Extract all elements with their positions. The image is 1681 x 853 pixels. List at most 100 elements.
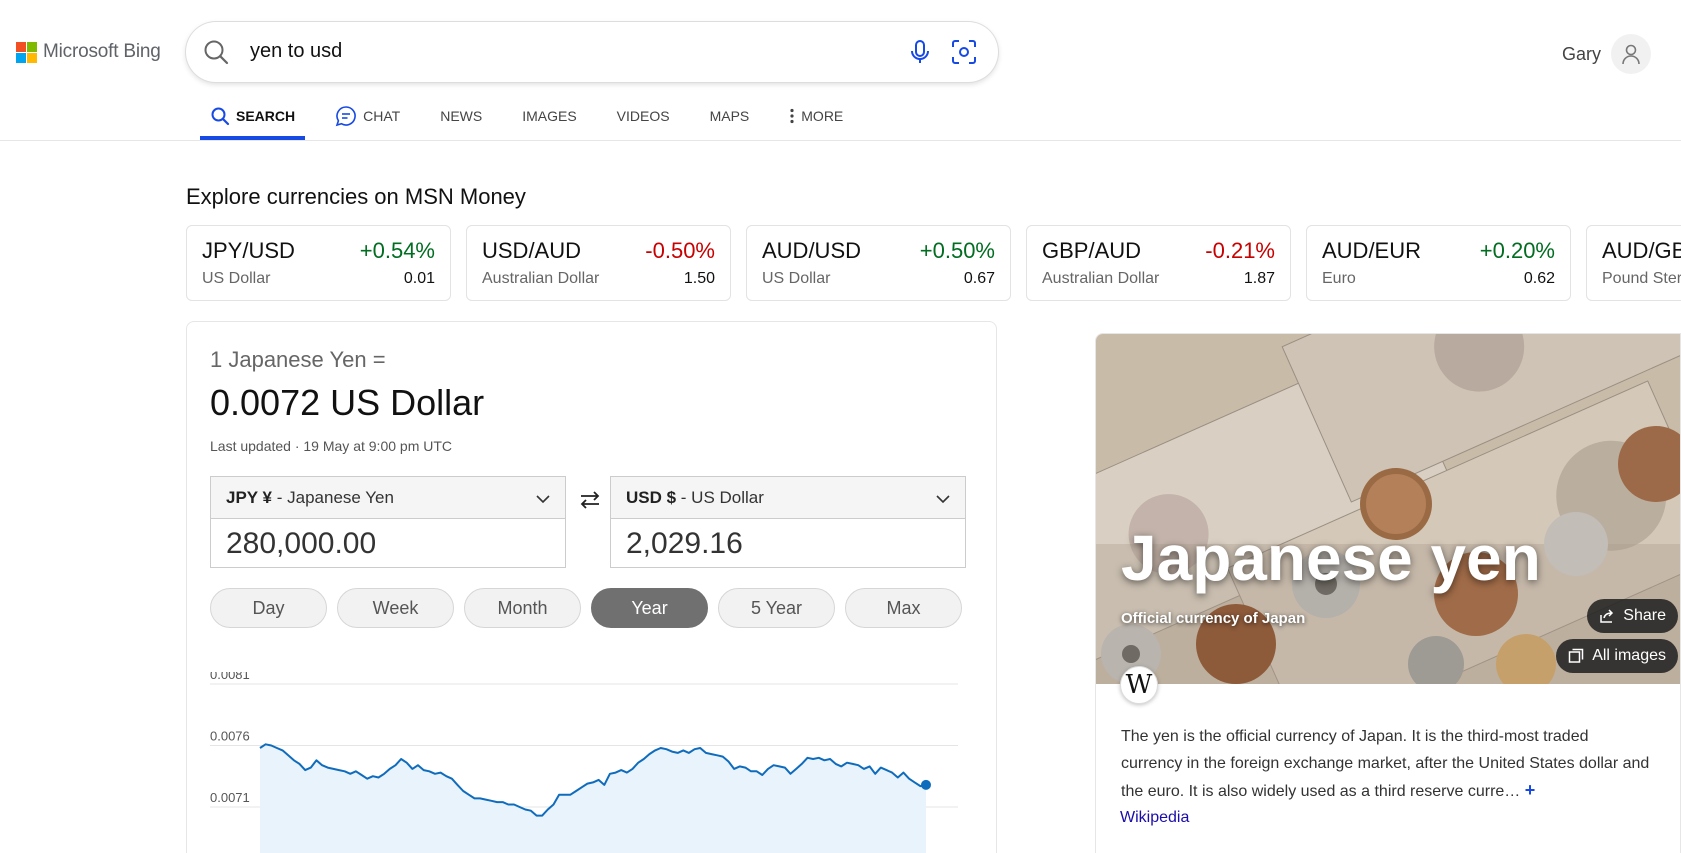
more-vertical-icon xyxy=(790,108,794,124)
exchange-rate-chart[interactable]: 0.0081 0.0076 0.0071 xyxy=(210,672,970,853)
period-5year-button[interactable]: 5 Year xyxy=(718,588,835,628)
tab-chat[interactable]: CHAT xyxy=(325,96,410,136)
tab-label: CHAT xyxy=(363,108,401,124)
scope-nav: SEARCH CHAT NEWS IMAGES VIDEOS MAPS MORE xyxy=(200,96,873,140)
wikipedia-link[interactable]: Wikipedia xyxy=(1120,809,1189,827)
banknotes-illustration xyxy=(1096,334,1680,684)
ticker-card[interactable]: GBP/AUD -0.21% Australian Dollar 1.87 xyxy=(1026,225,1291,301)
ticker-card[interactable]: USD/AUD -0.50% Australian Dollar 1.50 xyxy=(466,225,731,301)
period-year-button[interactable]: Year xyxy=(591,588,708,628)
tab-label: NEWS xyxy=(440,108,483,124)
entity-card: Japanese yen Official currency of Japan … xyxy=(1095,333,1681,853)
ticker-value: 0.01 xyxy=(403,270,435,287)
images-icon xyxy=(1568,648,1584,663)
entity-subtitle: Official currency of Japan xyxy=(1121,610,1306,627)
share-icon xyxy=(1600,609,1614,623)
currency-ticker-strip: JPY/USD +0.54% US Dollar 0.01 USD/AUD -0… xyxy=(186,225,1681,301)
ticker-name: US Dollar xyxy=(202,270,271,287)
expand-description-button[interactable]: + xyxy=(1525,780,1536,800)
search-input[interactable]: yen to usd xyxy=(250,40,342,63)
ticker-card[interactable]: JPY/USD +0.54% US Dollar 0.01 xyxy=(186,225,451,301)
period-max-button[interactable]: Max xyxy=(845,588,962,628)
ticker-change: -0.21% xyxy=(1205,238,1275,263)
entity-title: Japanese yen xyxy=(1121,522,1541,594)
nav-divider xyxy=(0,140,1681,141)
tab-search[interactable]: SEARCH xyxy=(200,96,306,140)
ticker-card[interactable]: AUD/EUR +0.20% Euro 0.62 xyxy=(1306,225,1571,301)
y-tick-label: 0.0071 xyxy=(210,790,250,805)
ticker-name: Australian Dollar xyxy=(482,270,600,287)
to-amount-input[interactable]: 2,029.16 xyxy=(611,519,965,569)
share-label: Share xyxy=(1623,607,1666,624)
ticker-change: -0.50% xyxy=(645,238,715,263)
share-button[interactable]: Share xyxy=(1587,599,1678,633)
ticker-change: +0.20% xyxy=(1479,238,1555,263)
y-tick-label: 0.0081 xyxy=(210,672,250,682)
to-currency-box: USD $ - US Dollar 2,029.16 xyxy=(610,476,966,568)
brand-name: Microsoft Bing xyxy=(43,41,161,62)
ticker-name: Euro xyxy=(1322,270,1356,287)
chat-icon xyxy=(335,106,356,127)
ticker-name: Australian Dollar xyxy=(1042,270,1160,287)
conversion-result: 0.0072 US Dollar xyxy=(210,382,485,423)
last-updated: Last updated · 19 May at 9:00 pm UTC xyxy=(210,438,453,454)
tab-label: IMAGES xyxy=(522,108,577,124)
from-currency-select[interactable]: JPY ¥ - Japanese Yen xyxy=(211,477,565,519)
user-icon xyxy=(1622,44,1640,65)
tab-news[interactable]: NEWS xyxy=(430,96,492,136)
ticker-value: 1.87 xyxy=(1243,270,1275,287)
tab-videos[interactable]: VIDEOS xyxy=(607,96,680,136)
avatar[interactable] xyxy=(1611,34,1651,74)
period-selector: Day Week Month Year 5 Year Max xyxy=(210,588,962,628)
ticker-name: US Dollar xyxy=(762,270,831,287)
microsoft-logo-icon xyxy=(16,41,37,63)
user-name: Gary xyxy=(1561,43,1601,64)
ticker-card[interactable]: AUD/USD +0.50% US Dollar 0.67 xyxy=(746,225,1011,301)
wikipedia-icon[interactable]: W xyxy=(1120,666,1158,704)
current-value-point[interactable] xyxy=(921,779,931,790)
explore-title[interactable]: Explore currencies on MSN Money xyxy=(186,184,526,210)
all-images-button[interactable]: All images xyxy=(1556,639,1678,673)
to-currency-code: USD $ xyxy=(626,488,677,507)
currency-converter-card: 1 Japanese Yen = 0.0072 US Dollar Last u… xyxy=(186,321,997,853)
from-amount-input[interactable]: 280,000.00 xyxy=(211,519,565,569)
ticker-card[interactable]: AUD/GBP Pound Sterling xyxy=(1586,225,1681,301)
ticker-pair: AUD/GBP xyxy=(1602,238,1681,263)
user-account[interactable]: Gary xyxy=(1562,34,1651,74)
swap-icon[interactable] xyxy=(578,488,602,512)
ticker-change: +0.50% xyxy=(919,238,995,263)
microphone-icon[interactable] xyxy=(906,38,934,66)
tab-more[interactable]: MORE xyxy=(779,96,853,136)
ticker-name: Pound Sterling xyxy=(1602,270,1681,287)
from-currency-box: JPY ¥ - Japanese Yen 280,000.00 xyxy=(210,476,566,568)
chevron-down-icon xyxy=(536,495,550,504)
tab-label: MORE xyxy=(801,108,844,124)
chevron-down-icon xyxy=(936,495,950,504)
y-tick-label: 0.0076 xyxy=(210,729,250,744)
entity-description: The yen is the official currency of Japa… xyxy=(1121,723,1651,805)
search-icon[interactable] xyxy=(202,38,230,66)
bing-logo[interactable]: Microsoft Bing xyxy=(16,41,161,63)
ticker-value: 1.50 xyxy=(683,270,715,287)
ticker-value: 0.67 xyxy=(963,270,995,287)
bing-results-page: Microsoft Bing yen to usd Gary SEARCH CH… xyxy=(0,0,1681,853)
yen-banknotes-image[interactable]: Japanese yen Official currency of Japan … xyxy=(1096,334,1680,684)
tab-label: MAPS xyxy=(709,108,750,124)
description-text: The yen is the official currency of Japa… xyxy=(1121,728,1650,800)
period-month-button[interactable]: Month xyxy=(464,588,581,628)
to-currency-select[interactable]: USD $ - US Dollar xyxy=(611,477,965,519)
ticker-change: +0.54% xyxy=(359,238,435,263)
search-box[interactable]: yen to usd xyxy=(186,22,998,82)
tab-label: SEARCH xyxy=(236,108,296,124)
all-images-label: All images xyxy=(1592,647,1666,664)
search-icon xyxy=(211,107,230,126)
period-day-button[interactable]: Day xyxy=(210,588,327,628)
to-currency-name: - US Dollar xyxy=(676,488,764,507)
period-week-button[interactable]: Week xyxy=(337,588,454,628)
visual-search-icon[interactable] xyxy=(950,38,978,66)
conversion-label: 1 Japanese Yen = xyxy=(210,347,386,372)
tab-images[interactable]: IMAGES xyxy=(512,96,586,136)
tab-maps[interactable]: MAPS xyxy=(700,96,760,136)
from-currency-code: JPY ¥ xyxy=(226,488,273,507)
tab-label: VIDEOS xyxy=(616,108,670,124)
